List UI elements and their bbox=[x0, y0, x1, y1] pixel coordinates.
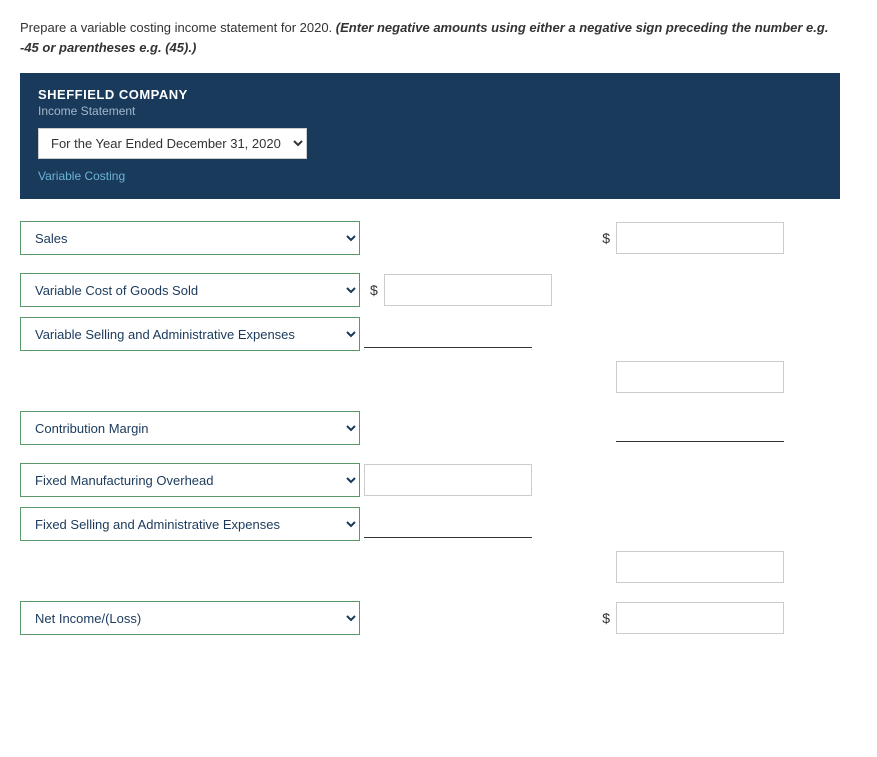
sales-row: Sales $ bbox=[20, 221, 840, 255]
var-sae-select[interactable]: Variable Selling and Administrative Expe… bbox=[20, 317, 360, 351]
fixed-mfg-row: Fixed Manufacturing Overhead bbox=[20, 463, 840, 497]
var-cogs-dollar: $ bbox=[370, 282, 378, 298]
var-subtotal-right bbox=[584, 361, 784, 393]
net-income-select[interactable]: Net Income/(Loss) bbox=[20, 601, 360, 635]
income-statement-label: Income Statement bbox=[38, 104, 822, 118]
net-income-row: Net Income/(Loss) $ bbox=[20, 601, 840, 635]
var-cogs-mid-col: $ bbox=[364, 274, 584, 306]
year-select[interactable]: For the Year Ended December 31, 2020 For… bbox=[39, 129, 306, 158]
contribution-label-col: Contribution Margin bbox=[20, 411, 364, 445]
fixed-sae-row: Fixed Selling and Administrative Expense… bbox=[20, 507, 840, 541]
var-sae-mid-col bbox=[364, 320, 584, 348]
contribution-select[interactable]: Contribution Margin bbox=[20, 411, 360, 445]
fixed-sae-select[interactable]: Fixed Selling and Administrative Expense… bbox=[20, 507, 360, 541]
net-income-label-col: Net Income/(Loss) bbox=[20, 601, 364, 635]
var-subtotal-row bbox=[20, 361, 840, 393]
var-subtotal-input[interactable] bbox=[616, 361, 784, 393]
var-sae-label-col: Variable Selling and Administrative Expe… bbox=[20, 317, 364, 351]
sales-select[interactable]: Sales bbox=[20, 221, 360, 255]
contribution-row: Contribution Margin bbox=[20, 411, 840, 445]
sales-input[interactable] bbox=[616, 222, 784, 254]
fixed-subtotal-input[interactable] bbox=[616, 551, 784, 583]
fixed-sae-label-col: Fixed Selling and Administrative Expense… bbox=[20, 507, 364, 541]
fixed-mfg-input[interactable] bbox=[364, 464, 532, 496]
fixed-mfg-select[interactable]: Fixed Manufacturing Overhead bbox=[20, 463, 360, 497]
sales-dollar: $ bbox=[602, 230, 610, 246]
company-name: SHEFFIELD COMPANY bbox=[38, 87, 822, 102]
contribution-input[interactable] bbox=[616, 414, 784, 442]
instruction-main: Prepare a variable costing income statem… bbox=[20, 20, 332, 35]
fixed-sae-input[interactable] bbox=[364, 510, 532, 538]
fixed-subtotal-row bbox=[20, 551, 840, 583]
var-cogs-row: Variable Cost of Goods Sold $ bbox=[20, 273, 840, 307]
net-income-right-col: $ bbox=[584, 602, 784, 634]
net-income-input[interactable] bbox=[616, 602, 784, 634]
var-cogs-input[interactable] bbox=[384, 274, 552, 306]
fixed-subtotal-right bbox=[584, 551, 784, 583]
sales-label-col: Sales bbox=[20, 221, 364, 255]
form-area: Sales $ Variable Cost of Goods Sold $ Va… bbox=[20, 221, 840, 635]
fixed-mfg-mid-col bbox=[364, 464, 584, 496]
fixed-sae-mid-col bbox=[364, 510, 584, 538]
instructions: Prepare a variable costing income statem… bbox=[20, 18, 840, 57]
year-select-wrapper[interactable]: For the Year Ended December 31, 2020 For… bbox=[38, 128, 307, 159]
contribution-right-col bbox=[584, 414, 784, 442]
net-income-dollar: $ bbox=[602, 610, 610, 626]
header-box: SHEFFIELD COMPANY Income Statement For t… bbox=[20, 73, 840, 199]
var-cogs-select[interactable]: Variable Cost of Goods Sold bbox=[20, 273, 360, 307]
var-cogs-label-col: Variable Cost of Goods Sold bbox=[20, 273, 364, 307]
fixed-mfg-label-col: Fixed Manufacturing Overhead bbox=[20, 463, 364, 497]
var-sae-input[interactable] bbox=[364, 320, 532, 348]
sales-right-col: $ bbox=[584, 222, 784, 254]
var-sae-row: Variable Selling and Administrative Expe… bbox=[20, 317, 840, 351]
variable-costing-label: Variable Costing bbox=[38, 169, 822, 183]
